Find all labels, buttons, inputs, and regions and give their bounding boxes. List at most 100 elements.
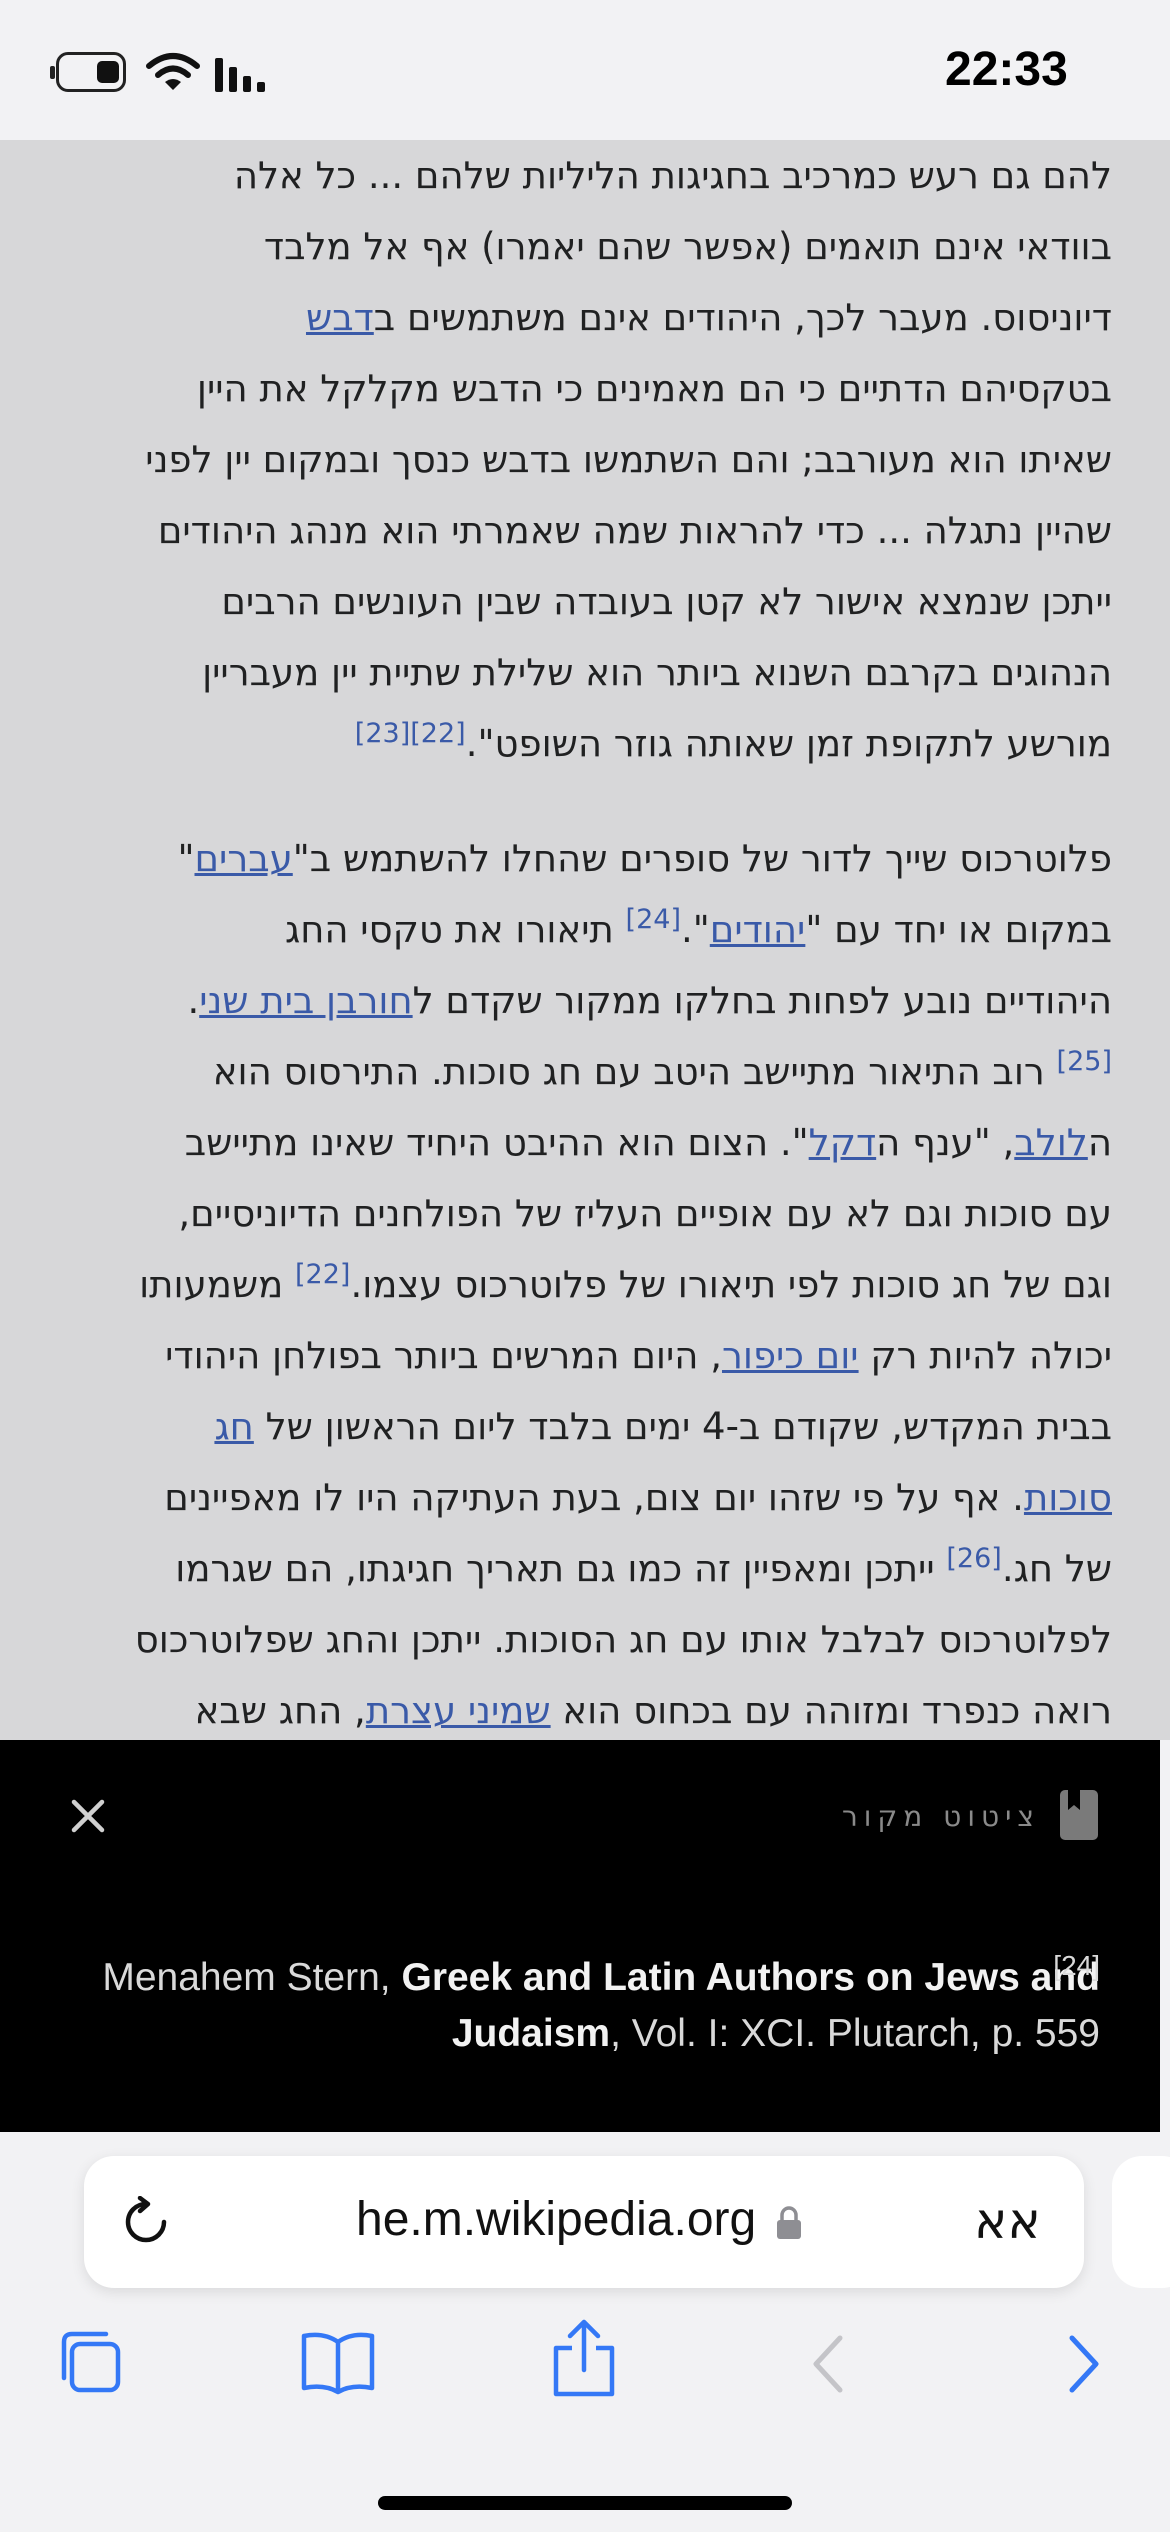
text-line: דיוניסוס. מעבר לכך, היהודים אינם משתמשים… <box>40 282 1112 353</box>
text-segment: . <box>187 979 200 1022</box>
signal-icon <box>215 58 265 92</box>
lock-icon <box>777 2206 801 2239</box>
citation-ref-number: [24] <box>1053 1950 1100 1981</box>
wiki-link[interactable]: יום כיפור <box>722 1334 859 1377</box>
wiki-link[interactable]: לולב <box>1014 1121 1088 1164</box>
citation-text: Menahem Stern, Greek and Latin Authors o… <box>100 1950 1100 2062</box>
text-segment: פלוטרכוס שייך לדור של סופרים שהחלו להשתמ… <box>292 837 1112 880</box>
text-segment: ". הצום הוא ההיבט היחיד שאינו מתיישב <box>184 1121 809 1164</box>
text-segment: ". <box>681 908 710 951</box>
text-line: הלולב, "ענף הדקל". הצום הוא ההיבט היחיד … <box>40 1107 1112 1178</box>
url-text[interactable]: he.m.wikipedia.org <box>356 2192 756 2247</box>
text-line: שהיין נתגלה ... כדי להראות שמה שאמרתי הו… <box>40 495 1112 566</box>
text-segment: מורשע לתקופת זמן שאותה גוזר השופט". <box>465 722 1112 765</box>
text-segment: בטקסיהם הדתיים כי הם מאמינים כי הדבש מקל… <box>196 367 1112 410</box>
text-segment: ייתכן ומאפיין זה כמו גם תאריך חגיגתו, הם… <box>175 1547 947 1590</box>
text-line: בטקסיהם הדתיים כי הם מאמינים כי הדבש מקל… <box>40 353 1112 424</box>
bottom-toolbar <box>0 2300 1170 2440</box>
text-line: להם גם רעש כמרכיב בחגיגות הליליות שלהם .… <box>40 140 1112 211</box>
url-bar[interactable]: he.m.wikipedia.org אא <box>84 2156 1084 2288</box>
battery-icon <box>50 52 126 92</box>
wifi-icon <box>146 53 200 90</box>
text-segment: דיוניסוס. מעבר לכך, היהודים אינם משתמשים… <box>373 296 1112 339</box>
text-segment: , היום המרשים ביותר בפולחן היהודי <box>165 1334 722 1377</box>
article-content[interactable]: להם גם רעש כמרכיב בחגיגות הליליות שלהם .… <box>0 140 1170 1740</box>
text-segment: להם גם רעש כמרכיב בחגיגות הליליות שלהם .… <box>233 154 1112 197</box>
text-line: עם סוכות וגם לא עם אופיים העליז של הפולח… <box>40 1178 1112 1249</box>
text-segment: רוב התיאור מתיישב היטב עם חג סוכות. התיר… <box>212 1050 1057 1093</box>
bookmark-icon <box>1060 1790 1098 1840</box>
citation-details: , Vol. I: XCI. Plutarch, p. 559 <box>610 2012 1100 2055</box>
text-segment: לפלוטרכוס לבלבל אותו עם חג הסוכות. ייתכן… <box>134 1618 1112 1661</box>
reference-link[interactable]: [24] <box>626 904 681 935</box>
text-segment: היהודיים נובע לפחות בחלקו ממקור שקדם ל <box>412 979 1112 1022</box>
forward-icon[interactable] <box>1062 2332 1106 2396</box>
text-segment: יכולה להיות רק <box>858 1334 1112 1377</box>
text-segment: שאיתו הוא מעורבב; והם השתמשו בדבש כנסך ו… <box>145 438 1112 481</box>
text-segment: רואה כנפרד ומזוהה עם בכחוס הוא <box>550 1689 1112 1732</box>
text-segment: של חג. <box>1001 1547 1112 1590</box>
close-icon[interactable] <box>64 1792 112 1840</box>
text-segment: , החג שבא <box>194 1689 366 1732</box>
citation-author: Menahem Stern, <box>102 1956 402 1999</box>
wiki-link[interactable]: שמיני עצרת <box>366 1689 551 1732</box>
text-line: לפלוטרכוס לבלבל אותו עם חג הסוכות. ייתכן… <box>40 1604 1112 1675</box>
bookmarks-icon[interactable] <box>300 2326 376 2398</box>
citation-popup: ציטוט מקור Menahem Stern, Greek and Lati… <box>0 1740 1160 2132</box>
article-paragraph: פלוטרכוס שייך לדור של סופרים שהחלו להשתמ… <box>40 823 1112 1740</box>
home-indicator <box>378 2496 792 2510</box>
share-icon[interactable] <box>548 2318 620 2398</box>
text-segment: שהיין נתגלה ... כדי להראות שמה שאמרתי הו… <box>157 509 1112 552</box>
text-segment: בוודאי אינם תואמים (אפשר שהם יאמרו) אף א… <box>263 225 1112 268</box>
reference-link[interactable]: [22] <box>295 1259 350 1290</box>
text-segment: . אף על פי שזהו יום צום, בעת העתיקה היו … <box>164 1476 1024 1519</box>
text-line: סוכות. אף על פי שזהו יום צום, בעת העתיקה… <box>40 1462 1112 1533</box>
text-segment: ה <box>1087 1121 1112 1164</box>
reference-link[interactable]: [26] <box>946 1543 1001 1574</box>
text-segment: הנהוגים בקרבם השנוא ביותר הוא שלילת שתיי… <box>202 651 1112 694</box>
reference-link[interactable]: [22] <box>410 718 465 749</box>
article-paragraph: להם גם רעש כמרכיב בחגיגות הליליות שלהם .… <box>40 140 1112 779</box>
text-line: רואה כנפרד ומזוהה עם בכחוס הוא שמיני עצר… <box>40 1675 1112 1740</box>
status-bar: 22:33 <box>0 0 1170 140</box>
text-line: בבית המקדש, שקודם ב-4 ימים בלבד ליום הרא… <box>40 1391 1112 1462</box>
reference-link[interactable]: [25] <box>1057 1046 1112 1077</box>
text-line: במקום או יחד עם "יהודים".[24] תיאורו את … <box>40 894 1112 965</box>
text-line: מורשע לתקופת זמן שאותה גוזר השופט".[22][… <box>40 708 1112 779</box>
reference-link[interactable]: [23] <box>355 718 410 749</box>
text-line: פלוטרכוס שייך לדור של סופרים שהחלו להשתמ… <box>40 823 1112 894</box>
wiki-link[interactable]: יהודים <box>710 908 806 951</box>
text-segment: ייתכן שנמצא אישור לא קטן בעובדה שבין העו… <box>221 580 1112 623</box>
article-text: להם גם רעש כמרכיב בחגיגות הליליות שלהם .… <box>40 140 1112 1740</box>
text-segment: וגם של חג סוכות לפי תיאורו של פלוטרכוס ע… <box>350 1263 1112 1306</box>
wiki-link[interactable]: חג <box>214 1405 253 1448</box>
wiki-link[interactable]: עברים <box>195 837 293 880</box>
back-icon[interactable] <box>806 2332 850 2396</box>
tabs-icon[interactable] <box>54 2326 126 2398</box>
next-tab-preview[interactable] <box>1112 2156 1170 2288</box>
text-line: וגם של חג סוכות לפי תיאורו של פלוטרכוס ע… <box>40 1249 1112 1320</box>
text-segment: בבית המקדש, שקודם ב-4 ימים בלבד ליום הרא… <box>253 1405 1112 1448</box>
text-segment: עם סוכות וגם לא עם אופיים העליז של הפולח… <box>178 1192 1112 1235</box>
text-segment: תיאורו את טקסי החג <box>284 908 626 951</box>
status-time: 22:33 <box>945 43 1068 96</box>
text-segment: " <box>177 837 195 880</box>
text-line: ייתכן שנמצא אישור לא קטן בעובדה שבין העו… <box>40 566 1112 637</box>
wiki-link[interactable]: סוכות <box>1024 1476 1112 1519</box>
text-segment: משמעותו <box>139 1263 295 1306</box>
text-line: שאיתו הוא מעורבב; והם השתמשו בדבש כנסך ו… <box>40 424 1112 495</box>
text-size-button[interactable]: אא <box>974 2192 1041 2250</box>
wiki-link[interactable]: חורבן בית שני <box>199 979 412 1022</box>
text-line: היהודיים נובע לפחות בחלקו ממקור שקדם לחו… <box>40 965 1112 1036</box>
popup-title: ציטוט מקור <box>841 1800 1040 1833</box>
wiki-link[interactable]: דקל <box>809 1121 876 1164</box>
text-line: יכולה להיות רק יום כיפור, היום המרשים בי… <box>40 1320 1112 1391</box>
text-segment: במקום או יחד עם " <box>805 908 1112 951</box>
reload-icon[interactable] <box>120 2196 172 2248</box>
text-line: בוודאי אינם תואמים (אפשר שהם יאמרו) אף א… <box>40 211 1112 282</box>
text-line: של חג.[26] ייתכן ומאפיין זה כמו גם תאריך… <box>40 1533 1112 1604</box>
wiki-link[interactable]: דבש <box>306 296 374 339</box>
text-line: [25] רוב התיאור מתיישב היטב עם חג סוכות.… <box>40 1036 1112 1107</box>
text-segment: , "ענף ה <box>876 1121 1015 1164</box>
text-line: הנהוגים בקרבם השנוא ביותר הוא שלילת שתיי… <box>40 637 1112 708</box>
